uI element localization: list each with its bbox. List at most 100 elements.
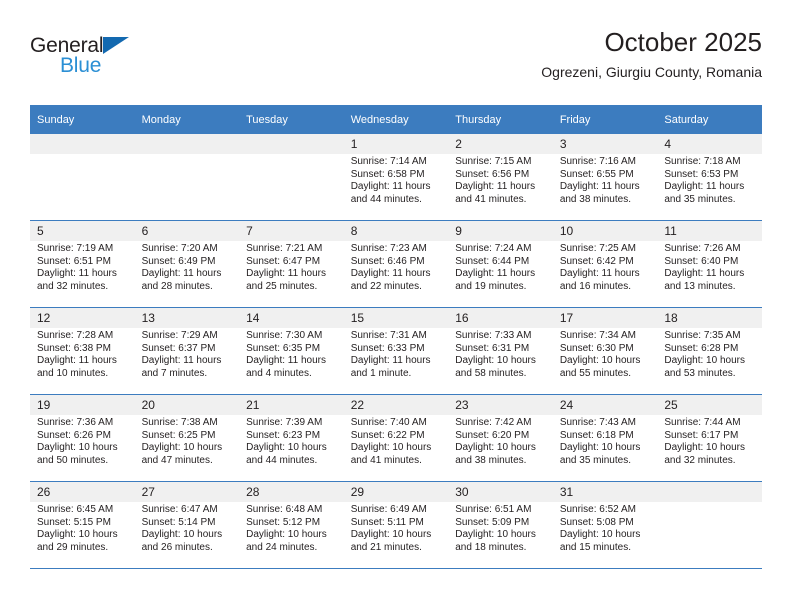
- day-detail-cell[interactable]: Sunrise: 7:14 AM Sunset: 6:58 PM Daylight:…: [343, 154, 449, 220]
- day-number-cell[interactable]: 15: [343, 308, 449, 328]
- sunset-text: Sunset: 6:28 PM: [664, 342, 739, 354]
- day-detail-cell[interactable]: Sunrise: 7:26 AM Sunset: 6:40 PM Daylight:…: [657, 241, 762, 307]
- day-number-cell[interactable]: 11: [657, 221, 762, 241]
- sunset-text: Sunset: 6:44 PM: [455, 255, 530, 267]
- day-detail-cell[interactable]: Sunrise: 7:30 AM Sunset: 6:35 PM Daylight:…: [239, 328, 344, 394]
- day-number-cell[interactable]: 19: [30, 395, 135, 415]
- sunrise-text: Sunrise: 7:29 AM: [141, 330, 218, 341]
- day-detail-cell[interactable]: Sunrise: 7:33 AM Sunset: 6:31 PM Daylight:…: [448, 328, 553, 394]
- general-blue-logo[interactable]: General Blue: [30, 34, 150, 86]
- day-detail-cell[interactable]: Sunrise: 7:20 AM Sunset: 6:49 PM Daylight:…: [134, 241, 240, 307]
- day-detail-cell[interactable]: Sunrise: 7:40 AM Sunset: 6:22 PM Daylight:…: [343, 415, 449, 481]
- day-detail-cell[interactable]: Sunrise: 7:34 AM Sunset: 6:30 PM Daylight:…: [552, 328, 658, 394]
- day-number-cell[interactable]: 5: [30, 221, 135, 241]
- day-number-cell[interactable]: 24: [552, 395, 658, 415]
- day-number-cell[interactable]: 1: [343, 134, 449, 154]
- week-detail-row: Sunrise: 7:14 AM Sunset: 6:58 PM Daylight:…: [30, 154, 762, 220]
- sunset-text: Sunset: 5:15 PM: [37, 516, 111, 528]
- day-detail-cell[interactable]: Sunrise: 7:23 AM Sunset: 6:46 PM Daylight:…: [343, 241, 449, 307]
- daylight-text: Daylight: 11 hours and 25 minutes.: [246, 268, 326, 292]
- day-detail-cell[interactable]: Sunrise: 6:47 AM Sunset: 5:14 PM Daylight:…: [134, 502, 240, 568]
- day-detail-cell[interactable]: Sunrise: 7:16 AM Sunset: 6:55 PM Daylight:…: [552, 154, 658, 220]
- day-detail-cell[interactable]: Sunrise: 7:29 AM Sunset: 6:37 PM Daylight:…: [134, 328, 240, 394]
- sunrise-text: Sunrise: 7:42 AM: [455, 417, 532, 428]
- sunrise-text: Sunrise: 7:33 AM: [455, 330, 532, 341]
- day-number-cell[interactable]: 4: [657, 134, 762, 154]
- daylight-text: Daylight: 11 hours and 1 minute.: [350, 355, 431, 379]
- day-detail-cell[interactable]: Sunrise: 6:51 AM Sunset: 5:09 PM Daylight:…: [448, 502, 553, 568]
- sunrise-text: Sunrise: 6:47 AM: [141, 504, 218, 515]
- sunrise-text: Sunrise: 7:38 AM: [141, 417, 218, 428]
- day-number-cell[interactable]: 16: [448, 308, 553, 328]
- sunrise-text: Sunrise: 7:20 AM: [141, 243, 218, 254]
- week-daynumber-row: 5 6 7 8 9 10 11: [30, 221, 762, 241]
- day-detail-cell[interactable]: Sunrise: 7:38 AM Sunset: 6:25 PM Daylight:…: [134, 415, 240, 481]
- day-number-cell[interactable]: 23: [448, 395, 553, 415]
- day-detail-cell[interactable]: Sunrise: 6:49 AM Sunset: 5:11 PM Daylight:…: [343, 502, 449, 568]
- day-number-cell[interactable]: 22: [343, 395, 449, 415]
- day-number-cell[interactable]: 30: [448, 482, 553, 502]
- sunrise-text: Sunrise: 6:45 AM: [37, 504, 114, 515]
- day-number-cell[interactable]: 7: [239, 221, 344, 241]
- week-detail-row: Sunrise: 7:28 AM Sunset: 6:38 PM Daylight:…: [30, 328, 762, 394]
- weekday-header-friday: Friday: [552, 105, 658, 134]
- day-number-cell[interactable]: 8: [343, 221, 449, 241]
- day-detail-cell[interactable]: Sunrise: 7:19 AM Sunset: 6:51 PM Daylight:…: [30, 241, 135, 307]
- daylight-text: Daylight: 10 hours and 55 minutes.: [559, 355, 641, 379]
- empty-detail-cell: [30, 154, 135, 220]
- sunset-text: Sunset: 5:11 PM: [350, 516, 424, 528]
- day-detail-cell[interactable]: Sunrise: 7:44 AM Sunset: 6:17 PM Daylight:…: [657, 415, 762, 481]
- day-number-cell[interactable]: 27: [134, 482, 240, 502]
- sunrise-text: Sunrise: 7:28 AM: [37, 330, 114, 341]
- day-detail-cell[interactable]: Sunrise: 7:31 AM Sunset: 6:33 PM Daylight:…: [343, 328, 449, 394]
- daylight-text: Daylight: 11 hours and 35 minutes.: [664, 181, 745, 205]
- sunset-text: Sunset: 6:26 PM: [37, 429, 111, 441]
- daylight-text: Daylight: 11 hours and 16 minutes.: [559, 268, 640, 292]
- daylight-text: Daylight: 10 hours and 18 minutes.: [455, 529, 536, 553]
- daylight-text: Daylight: 10 hours and 44 minutes.: [246, 442, 327, 466]
- day-number-cell[interactable]: 12: [30, 308, 135, 328]
- day-number-cell[interactable]: 18: [657, 308, 762, 328]
- day-number-cell[interactable]: 29: [343, 482, 449, 502]
- sunrise-text: Sunrise: 7:16 AM: [559, 156, 636, 167]
- sunset-text: Sunset: 6:35 PM: [246, 342, 321, 354]
- day-detail-cell[interactable]: Sunrise: 7:15 AM Sunset: 6:56 PM Daylight:…: [448, 154, 553, 220]
- day-detail-cell[interactable]: Sunrise: 7:36 AM Sunset: 6:26 PM Daylight:…: [30, 415, 135, 481]
- day-number-cell[interactable]: 6: [134, 221, 240, 241]
- day-number-cell[interactable]: 21: [239, 395, 344, 415]
- sunrise-text: Sunrise: 7:39 AM: [246, 417, 323, 428]
- day-number-cell[interactable]: 31: [552, 482, 658, 502]
- sunset-text: Sunset: 6:42 PM: [559, 255, 634, 267]
- day-number-cell[interactable]: 10: [552, 221, 658, 241]
- week-detail-row: Sunrise: 7:19 AM Sunset: 6:51 PM Daylight:…: [30, 241, 762, 307]
- day-number-cell[interactable]: 2: [448, 134, 553, 154]
- day-detail-cell[interactable]: Sunrise: 7:25 AM Sunset: 6:42 PM Daylight:…: [552, 241, 658, 307]
- day-number-cell[interactable]: 14: [239, 308, 344, 328]
- day-number-cell[interactable]: 13: [134, 308, 240, 328]
- day-number-cell[interactable]: 17: [552, 308, 658, 328]
- day-detail-cell[interactable]: Sunrise: 6:52 AM Sunset: 5:08 PM Daylight:…: [552, 502, 658, 568]
- daylight-text: Daylight: 10 hours and 53 minutes.: [664, 355, 745, 379]
- sunrise-text: Sunrise: 7:31 AM: [350, 330, 427, 341]
- day-detail-cell[interactable]: Sunrise: 7:35 AM Sunset: 6:28 PM Daylight:…: [657, 328, 762, 394]
- day-detail-cell[interactable]: Sunrise: 7:42 AM Sunset: 6:20 PM Daylight:…: [448, 415, 553, 481]
- day-detail-cell[interactable]: Sunrise: 7:43 AM Sunset: 6:18 PM Daylight:…: [552, 415, 658, 481]
- day-number-cell[interactable]: 9: [448, 221, 553, 241]
- daylight-text: Daylight: 10 hours and 38 minutes.: [455, 442, 536, 466]
- day-detail-cell[interactable]: Sunrise: 7:21 AM Sunset: 6:47 PM Daylight:…: [239, 241, 344, 307]
- sunrise-text: Sunrise: 6:52 AM: [559, 504, 636, 515]
- day-number-cell[interactable]: 28: [239, 482, 344, 502]
- day-detail-cell[interactable]: Sunrise: 7:18 AM Sunset: 6:53 PM Daylight:…: [657, 154, 762, 220]
- day-detail-cell[interactable]: Sunrise: 7:39 AM Sunset: 6:23 PM Daylight:…: [239, 415, 344, 481]
- sunrise-text: Sunrise: 7:35 AM: [664, 330, 741, 341]
- day-detail-cell[interactable]: Sunrise: 6:48 AM Sunset: 5:12 PM Daylight:…: [239, 502, 344, 568]
- day-number-cell[interactable]: 3: [552, 134, 658, 154]
- day-number-cell[interactable]: 20: [134, 395, 240, 415]
- weekday-header-row: Sunday Monday Tuesday Wednesday Thursday…: [30, 105, 762, 134]
- empty-day-cell: [134, 134, 240, 154]
- day-detail-cell[interactable]: Sunrise: 7:24 AM Sunset: 6:44 PM Daylight:…: [448, 241, 553, 307]
- day-number-cell[interactable]: 26: [30, 482, 135, 502]
- day-number-cell[interactable]: 25: [657, 395, 762, 415]
- day-detail-cell[interactable]: Sunrise: 7:28 AM Sunset: 6:38 PM Daylight:…: [30, 328, 135, 394]
- day-detail-cell[interactable]: Sunrise: 6:45 AM Sunset: 5:15 PM Daylight:…: [30, 502, 135, 568]
